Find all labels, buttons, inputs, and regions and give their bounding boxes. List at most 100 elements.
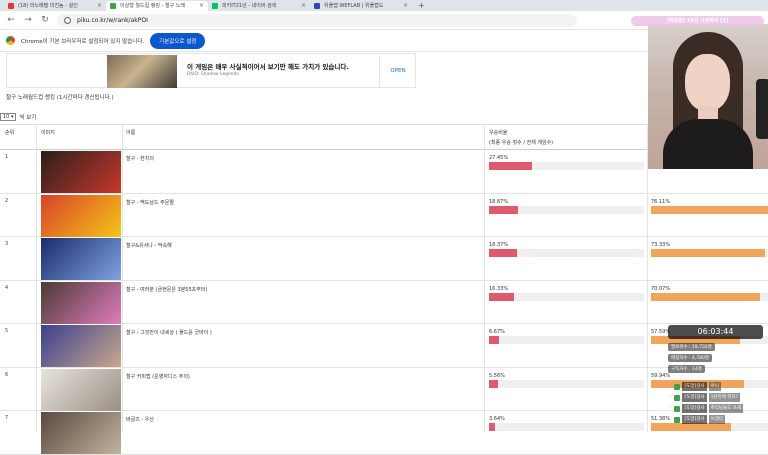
win-rate-bar (489, 379, 644, 388)
tab-favicon-icon (314, 3, 320, 9)
table-row[interactable]: 5 철구 - 그것만이 내세상 ( 폴드윤 굿바이 ) 6.67% 57.59% (0, 324, 768, 368)
win-rate-fill (489, 249, 518, 257)
candidate-name: 철구 - 한치의 (126, 156, 154, 162)
tab-close-icon[interactable]: × (301, 1, 306, 11)
chat-message: ♡ [도망]감사 쓰겠다 (668, 415, 768, 424)
candidate-thumbnail[interactable] (41, 194, 121, 237)
tab-close-icon[interactable]: × (97, 1, 102, 11)
table-row[interactable]: 4 철구 - 여러분 (금현문은 3분55초부터) 16.33% 70.07% (0, 281, 768, 324)
tab-favicon-icon (110, 3, 116, 9)
chat-nickname: [도망]감사 (682, 404, 707, 413)
second-rate-fill (651, 249, 765, 257)
chat-message: ♡ [도망]감사 아니 (668, 382, 768, 391)
browser-tab[interactable]: (18) 라노메텔 미친놈 - 설인 × (4, 1, 106, 11)
tab-label: 위플랩 WEFLAB | 위플랩도 (324, 3, 384, 9)
address-bar[interactable]: piku.co.kr/w/rank/akPOI (57, 13, 577, 27)
heart-icon: ♡ (668, 383, 673, 389)
win-rate-bar (489, 292, 644, 301)
chat-nickname: [도망]감사 (682, 382, 707, 391)
candidate-name: 철구 - 맥도날드 주문짤 (126, 199, 174, 206)
win-rate-text: 18.87% (489, 198, 509, 205)
candidate-name: 철구&유서나 - 막속해 (126, 243, 172, 249)
stream-stat: 구독자수 : 14명 (668, 365, 705, 373)
webcam-overlay (648, 24, 768, 169)
column-divider (36, 124, 37, 432)
win-rate-bar (489, 205, 644, 214)
rank-cell: 6 (5, 371, 9, 378)
second-rate-fill (651, 205, 768, 214)
header-image[interactable]: 이미지 (41, 129, 55, 136)
tab-close-icon[interactable]: × (199, 1, 204, 11)
header-name[interactable]: 이름 (126, 129, 135, 136)
header-win-rate-sub: (최종 우승 횟수 / 전체 게임수) (489, 140, 554, 146)
candidate-thumbnail[interactable] (41, 281, 121, 324)
win-rate-text: 16.33% (489, 285, 509, 292)
ad-title: 이 게임은 매우 사실적이어서 보기만 해도 가치가 있습니다. (187, 63, 349, 71)
win-rate-text: 6.67% (489, 329, 505, 335)
set-default-button[interactable]: 기본값으로 설정 (150, 32, 206, 49)
win-rate-bar (489, 162, 644, 170)
candidate-thumbnail[interactable] (41, 238, 121, 280)
tab-favicon-icon (212, 3, 218, 9)
win-rate-fill (489, 205, 519, 214)
webcam-face (685, 54, 730, 111)
win-rate-text: 3.64% (489, 416, 505, 422)
reload-icon[interactable]: ↻ (40, 15, 50, 25)
ranking-table: 순위 이미지 이름 우승비율 (최종 우승 횟수 / 전체 게임수) 1 철구 -… (0, 124, 768, 455)
chat-nickname: [도망]감사 (682, 415, 707, 424)
candidate-name: 바글즈 - 우산 (126, 417, 154, 423)
header-win-rate[interactable]: 우승비율 (489, 129, 507, 136)
ad-banner[interactable]: 이 게임은 매우 사실적이어서 보기만 해도 가치가 있습니다. RAID: S… (6, 53, 416, 88)
chat-message: ♡ [도망]감사 1년만에 뭐하? (668, 393, 768, 402)
heart-icon: ♡ (668, 405, 673, 411)
fan-badge-icon (674, 405, 681, 412)
page-length-select[interactable]: 10 ▾ (0, 113, 17, 121)
second-rate-bar (651, 205, 768, 214)
webcam-body (663, 119, 753, 169)
table-row[interactable]: 3 철구&유서나 - 막속해 18.37% 73.33% (0, 237, 768, 281)
browser-tab[interactable]: 이상형 월드컵 랭킹 - 철구 노래 × (106, 1, 208, 11)
stream-stat: 팔로워수 : 19,732명 (668, 343, 715, 351)
microphone (756, 79, 768, 139)
second-rate-fill (651, 423, 731, 431)
second-rate-bar (651, 249, 768, 257)
rank-cell: 2 (5, 197, 9, 204)
candidate-thumbnail[interactable] (41, 412, 121, 454)
new-tab-icon[interactable]: + (412, 1, 431, 11)
win-rate-fill (489, 336, 500, 344)
win-rate-text: 5.56% (489, 372, 505, 379)
rank-cell: 5 (5, 328, 9, 334)
site-info-icon[interactable] (64, 16, 71, 24)
browser-tab[interactable]: 위플랩 WEFLAB | 위플랩도 × (310, 1, 412, 11)
win-rate-text: 18.37% (489, 242, 509, 248)
header-rank[interactable]: 순위 (5, 129, 14, 136)
candidate-name: 철구 - 여러분 (금현문은 3분55초부터) (126, 286, 208, 293)
tab-favicon-icon (8, 3, 14, 9)
table-row[interactable]: 7 바글즈 - 우산 3.64% 51.38% (0, 411, 768, 455)
table-row[interactable]: 2 철구 - 맥도날드 주문짤 18.87% 76.11% (0, 194, 768, 237)
tab-strip: (18) 라노메텔 미친놈 - 설인 × 이상형 월드컵 랭킹 - 철구 노래 × 피카… (0, 0, 768, 11)
ad-open-button[interactable]: OPEN (379, 55, 416, 88)
tab-label: (18) 라노메텔 미친놈 - 설인 (18, 3, 78, 9)
page-length-label: 씩 보기 (19, 115, 37, 121)
second-rate-text: 76.11% (651, 198, 671, 205)
candidate-thumbnail[interactable] (41, 368, 121, 411)
rank-cell: 7 (5, 415, 9, 421)
candidate-thumbnail[interactable] (41, 151, 121, 193)
win-rate-fill (489, 162, 532, 170)
forward-icon[interactable]: → (23, 15, 33, 25)
stream-clock: 06:03:44 (668, 325, 763, 339)
second-rate-fill (651, 292, 760, 301)
candidate-thumbnail[interactable] (41, 325, 121, 367)
browser-tab[interactable]: 피카IT21년 - 네이버 검색 × (208, 1, 310, 11)
win-rate-bar (489, 336, 644, 344)
win-rate-bar (489, 249, 644, 257)
heart-icon: ♡ (668, 416, 673, 422)
ad-image (107, 55, 177, 88)
tab-close-icon[interactable]: × (403, 1, 408, 11)
back-icon[interactable]: ← (6, 15, 16, 25)
table-row[interactable]: 6 철구 커피랩 (운영자디스 주의) 5.56% 59.94% (0, 368, 768, 411)
second-rate-bar (651, 292, 768, 301)
chrome-logo-icon (6, 36, 15, 45)
tab-label: 피카IT21년 - 네이버 검색 (222, 3, 277, 9)
